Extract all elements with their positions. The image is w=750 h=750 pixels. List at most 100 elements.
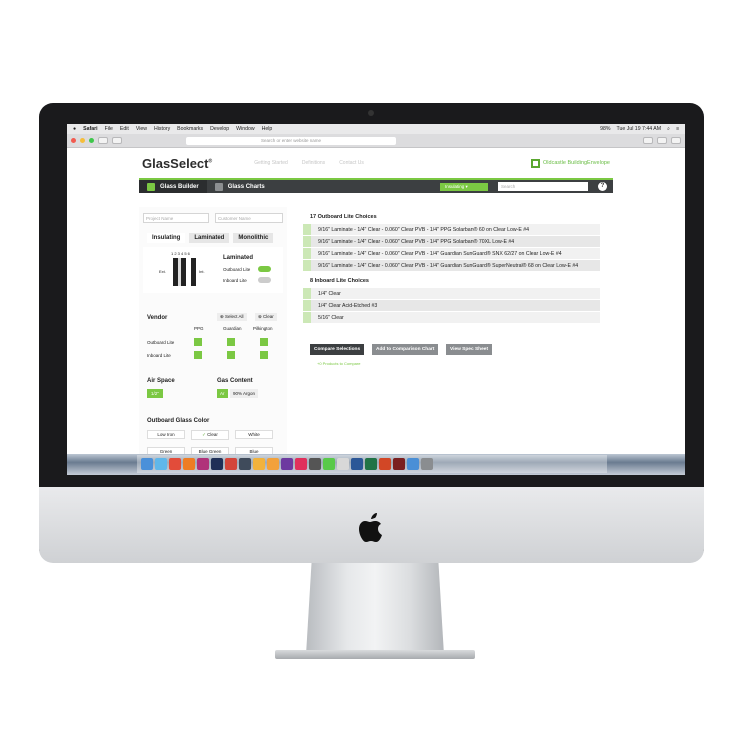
vendor-pilkington: Pilkington	[253, 326, 273, 331]
checkbox-inboard-ppg[interactable]	[194, 351, 202, 359]
builder-icon	[147, 182, 155, 191]
nav-getting-started[interactable]: Getting Started	[254, 160, 288, 166]
project-name-input[interactable]: Project Name	[143, 213, 209, 223]
tabs-button[interactable]	[671, 137, 681, 144]
checkbox-outboard-pilkington[interactable]	[260, 338, 268, 346]
color-white[interactable]: White	[235, 430, 273, 439]
gas-symbol[interactable]: Ar	[217, 389, 228, 398]
plex-icon[interactable]	[267, 458, 279, 470]
list-icon[interactable]: ≡	[676, 126, 679, 133]
word-icon[interactable]	[351, 458, 363, 470]
imac-stand	[306, 563, 444, 655]
nav-definitions[interactable]: Definitions	[302, 160, 325, 166]
chrome-icon[interactable]	[169, 458, 181, 470]
photoshop-icon[interactable]	[211, 458, 223, 470]
outboard-section-title: 17 Outboard Lite Choices	[310, 214, 377, 220]
outboard-choice-row[interactable]: 9/16" Laminate - 1/4" Clear - 0.060" Cle…	[303, 260, 600, 271]
menu-edit[interactable]: Edit	[120, 126, 129, 132]
outboard-choice-row[interactable]: 9/16" Laminate - 1/4" Clear - 0.060" Cle…	[303, 248, 600, 259]
inboard-choice-row[interactable]: 1/4" Clear	[303, 288, 600, 299]
search-input[interactable]: Search	[498, 182, 588, 191]
site-header: GlasSelect® Getting Started Definitions …	[67, 148, 685, 178]
site-logo[interactable]: GlasSelect®	[142, 156, 212, 171]
excel-icon[interactable]	[365, 458, 377, 470]
tool-bar: Glass Builder Glass Charts Insulating ▾ …	[139, 178, 613, 193]
music-icon[interactable]	[295, 458, 307, 470]
menu-develop[interactable]: Develop	[210, 126, 229, 132]
menu-history[interactable]: History	[154, 126, 170, 132]
back-forward-button[interactable]	[98, 137, 108, 144]
status-area: 98% Tue Jul 19 7:44 AM ⌕ ≡	[600, 126, 679, 133]
menubar: ● Safari File Edit View History Bookmark…	[67, 124, 685, 134]
compare-selections-button[interactable]: Compare Selections	[310, 344, 365, 355]
inboard-section-title: 8 Inboard Lite Choices	[310, 278, 369, 284]
view-spec-sheet-button[interactable]: View Spec Sheet	[446, 344, 493, 355]
outboard-laminated-toggle[interactable]	[258, 266, 271, 272]
tab-insulating[interactable]: Insulating	[147, 233, 186, 243]
indesign-icon[interactable]	[197, 458, 209, 470]
trash-icon[interactable]	[421, 458, 433, 470]
sidebar-button[interactable]	[112, 137, 122, 144]
folder-icon[interactable]	[407, 458, 419, 470]
color-clear[interactable]: ✓ Clear	[191, 430, 229, 440]
acrobat-icon[interactable]	[393, 458, 405, 470]
skype-icon[interactable]	[239, 458, 251, 470]
powerpoint-icon[interactable]	[379, 458, 391, 470]
checkbox-inboard-pilkington[interactable]	[260, 351, 268, 359]
screen: ● Safari File Edit View History Bookmark…	[67, 124, 685, 475]
inboard-laminated-toggle[interactable]	[258, 277, 271, 283]
menu-file[interactable]: File	[105, 126, 113, 132]
close-window-button[interactable]	[71, 138, 76, 143]
tab-monolithic[interactable]: Monolithic	[233, 233, 274, 243]
help-icon[interactable]: ?	[598, 182, 607, 191]
add-to-chart-button[interactable]: Add to Comparison Chart	[372, 344, 439, 355]
sketch-icon[interactable]	[253, 458, 265, 470]
finder-icon[interactable]	[141, 458, 153, 470]
checkbox-inboard-guardian[interactable]	[227, 351, 235, 359]
inboard-choice-row[interactable]: 5/16" Clear	[303, 312, 600, 323]
vendor-row-outboard: Outboard Lite	[147, 340, 175, 345]
pdf-icon[interactable]	[281, 458, 293, 470]
tab-glass-builder[interactable]: Glass Builder	[139, 180, 207, 193]
apple-menu-icon[interactable]: ●	[73, 126, 76, 132]
brand-logo[interactable]: Oldcastle BuildingEnvelope	[531, 158, 610, 168]
menu-window[interactable]: Window	[236, 126, 254, 132]
nav-contact[interactable]: Contact Us	[339, 160, 364, 166]
gas-content-title: Gas Content	[217, 378, 253, 384]
clear-button[interactable]: ⊗ Clear	[255, 313, 277, 321]
minimize-window-button[interactable]	[80, 138, 85, 143]
camera	[368, 110, 374, 116]
messages-icon[interactable]	[323, 458, 335, 470]
download-button[interactable]	[643, 137, 653, 144]
checkbox-outboard-ppg[interactable]	[194, 338, 202, 346]
inboard-choice-row[interactable]: 1/4" Clear Acid-Etched #3	[303, 300, 600, 311]
surface-numbers: 1 2 3 4 5 6	[171, 251, 190, 256]
stack-icon[interactable]	[225, 458, 237, 470]
checkbox-outboard-guardian[interactable]	[227, 338, 235, 346]
illustrator-icon[interactable]	[183, 458, 195, 470]
address-bar[interactable]: Search or enter website name	[186, 136, 396, 145]
results-panel: 17 Outboard Lite Choices 9/16" Laminate …	[303, 207, 665, 324]
outboard-choice-row[interactable]: 9/16" Laminate - 1/4" Clear - 0.060" Cle…	[303, 224, 600, 235]
select-all-button[interactable]: ⊕ Select All	[217, 313, 247, 321]
tab-glass-charts[interactable]: Glass Charts	[207, 180, 273, 193]
clock-icon[interactable]	[309, 458, 321, 470]
air-space-value[interactable]: 1/2"	[147, 389, 163, 398]
menu-help[interactable]: Help	[262, 126, 273, 132]
zoom-window-button[interactable]	[89, 138, 94, 143]
color-low-iron[interactable]: Low Iron	[147, 430, 185, 439]
gas-label[interactable]: 90% Argon	[230, 389, 259, 398]
config-box: 1 2 3 4 5 6 Ext. Int. Laminated Outboard…	[143, 247, 283, 293]
type-dropdown[interactable]: Insulating ▾	[440, 182, 488, 191]
share-button[interactable]	[657, 137, 667, 144]
calendar-icon[interactable]	[337, 458, 349, 470]
menu-app[interactable]: Safari	[83, 126, 97, 132]
menu-view[interactable]: View	[136, 126, 147, 132]
customer-name-input[interactable]: Customer Name	[215, 213, 283, 223]
outboard-choice-row[interactable]: 9/16" Laminate - 1/4" Clear - 0.060" Cle…	[303, 236, 600, 247]
search-icon[interactable]: ⌕	[667, 126, 670, 133]
menu-bookmarks[interactable]: Bookmarks	[177, 126, 203, 132]
air-space-title: Air Space	[147, 378, 175, 384]
tab-laminated[interactable]: Laminated	[189, 233, 230, 243]
app-store-icon[interactable]	[155, 458, 167, 470]
